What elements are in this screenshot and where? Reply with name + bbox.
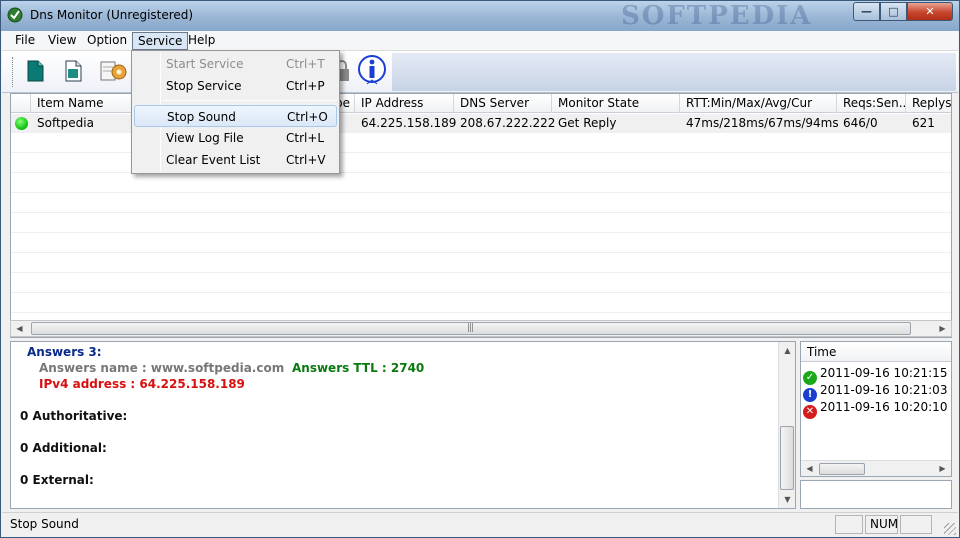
details-vertical-scrollbar[interactable]: ▲ ▼ bbox=[778, 342, 795, 508]
menu-item-clear-event-list[interactable]: Clear Event List Ctrl+V bbox=[134, 149, 337, 171]
status-bar: Stop Sound NUM bbox=[2, 512, 958, 537]
table-row-empty bbox=[11, 174, 951, 193]
cell-replys: 621 bbox=[906, 114, 951, 133]
cell-ip-address: 64.225.158.189 bbox=[355, 114, 456, 133]
scroll-left-icon[interactable]: ◀ bbox=[11, 321, 28, 336]
menu-item-shortcut: Ctrl+T bbox=[286, 57, 325, 71]
menu-item-shortcut: Ctrl+V bbox=[286, 153, 326, 167]
cell-rtt: 47ms/218ms/67ms/94ms bbox=[680, 114, 839, 133]
answers-name: Answers name : www.softpedia.com bbox=[39, 361, 285, 375]
window-title: Dns Monitor (Unregistered) bbox=[30, 8, 194, 22]
additional-count: 0 Additional: bbox=[20, 441, 107, 455]
status-panel-num: NUM bbox=[865, 515, 898, 534]
close-button[interactable]: ✕ bbox=[907, 2, 953, 21]
dns-details-pane[interactable]: Answers 3: Answers name : www.softpedia.… bbox=[10, 341, 796, 509]
menu-file[interactable]: File bbox=[10, 32, 40, 50]
column-reqs[interactable]: Reqs:Sen... bbox=[837, 94, 906, 113]
scroll-left-icon[interactable]: ◀ bbox=[801, 461, 818, 476]
event-item[interactable]: ✓ 2011-09-16 10:21:15 bbox=[803, 365, 948, 385]
scroll-right-icon[interactable]: ▶ bbox=[934, 321, 951, 336]
authoritative-count: 0 Authoritative: bbox=[20, 409, 128, 423]
table-row-empty bbox=[11, 254, 951, 273]
event-detail-pane[interactable] bbox=[800, 480, 952, 509]
menu-service[interactable]: Service bbox=[132, 32, 189, 50]
resize-grip-icon[interactable] bbox=[944, 523, 956, 535]
list-horizontal-scrollbar[interactable]: ◀ ||| ▶ bbox=[10, 320, 952, 337]
menu-view[interactable]: View bbox=[43, 32, 81, 50]
events-horizontal-scrollbar[interactable]: ◀ ▶ bbox=[801, 460, 951, 476]
info-icon[interactable] bbox=[357, 54, 387, 88]
column-ip-address[interactable]: IP Address bbox=[355, 94, 454, 113]
menu-item-label: View Log File bbox=[166, 131, 244, 145]
scroll-up-icon[interactable]: ▲ bbox=[779, 342, 796, 359]
toolbar-grip[interactable] bbox=[12, 57, 15, 87]
cell-dns-server: 208.67.222.222 bbox=[454, 114, 555, 133]
answers-ttl: Answers TTL : 2740 bbox=[292, 361, 425, 375]
table-row-empty bbox=[11, 294, 951, 313]
menu-item-view-log-file[interactable]: View Log File Ctrl+L bbox=[134, 127, 337, 149]
menu-item-stop-service[interactable]: Stop Service Ctrl+P bbox=[134, 75, 337, 97]
scroll-right-icon[interactable]: ▶ bbox=[934, 461, 951, 476]
table-row-empty bbox=[11, 194, 951, 213]
menu-item-shortcut: Ctrl+O bbox=[287, 110, 328, 124]
answers-header: Answers 3: bbox=[27, 345, 102, 359]
status-online-icon bbox=[15, 117, 28, 130]
status-panel-caps bbox=[835, 515, 863, 534]
menu-item-label: Clear Event List bbox=[166, 153, 261, 167]
ipv4-address: IPv4 address : 64.225.158.189 bbox=[39, 377, 245, 391]
error-icon: ✕ bbox=[803, 405, 817, 419]
app-icon bbox=[7, 7, 23, 23]
options-icon[interactable] bbox=[98, 57, 130, 85]
menu-item-stop-sound[interactable]: Stop Sound Ctrl+O bbox=[134, 105, 337, 127]
column-dns-server[interactable]: DNS Server bbox=[454, 94, 552, 113]
status-message: Stop Sound bbox=[10, 517, 79, 531]
event-time: 2011-09-16 10:21:03 bbox=[820, 383, 948, 397]
menu-item-shortcut: Ctrl+P bbox=[286, 79, 325, 93]
external-count: 0 External: bbox=[20, 473, 94, 487]
menu-option[interactable]: Option bbox=[82, 32, 132, 50]
menu-help[interactable]: Help bbox=[183, 32, 220, 50]
window-controls: — □ ✕ bbox=[853, 2, 953, 21]
scroll-thumb[interactable]: ||| bbox=[31, 322, 911, 335]
cell-monitor-state: Get Reply bbox=[552, 114, 680, 133]
toolbar-band bbox=[392, 53, 956, 91]
column-monitor-state[interactable]: Monitor State bbox=[552, 94, 680, 113]
cell-reqs: 646/0 bbox=[837, 114, 906, 133]
grip-icon: ||| bbox=[467, 323, 474, 333]
event-list-header[interactable]: Time bbox=[801, 342, 951, 362]
scroll-thumb[interactable] bbox=[780, 426, 794, 490]
document-icon[interactable] bbox=[60, 57, 86, 85]
menu-bar: File View Option Service Help bbox=[2, 31, 958, 51]
scroll-down-icon[interactable]: ▼ bbox=[779, 491, 796, 508]
event-time: 2011-09-16 10:21:15 bbox=[820, 366, 948, 380]
menu-item-shortcut: Ctrl+L bbox=[286, 131, 325, 145]
column-replys[interactable]: Replys bbox=[906, 94, 951, 113]
event-list[interactable]: Time ✓ 2011-09-16 10:21:15 ! 2011-09-16 10… bbox=[800, 341, 952, 477]
column-rtt[interactable]: RTT:Min/Max/Avg/Cur bbox=[680, 94, 837, 113]
column-status[interactable] bbox=[11, 94, 31, 113]
menu-separator bbox=[162, 100, 337, 101]
table-row-empty bbox=[11, 234, 951, 253]
status-panel-scroll bbox=[900, 515, 932, 534]
scroll-thumb[interactable] bbox=[819, 463, 865, 475]
event-time: 2011-09-16 10:20:10 bbox=[820, 400, 948, 414]
event-item[interactable]: ✕ 2011-09-16 10:20:10 bbox=[803, 399, 948, 419]
app-window: Dns Monitor (Unregistered) SOFTPEDIA — □… bbox=[0, 0, 960, 538]
service-menu-dropdown: Start Service Ctrl+T Stop Service Ctrl+P… bbox=[131, 50, 340, 174]
title-bar[interactable]: Dns Monitor (Unregistered) SOFTPEDIA — □… bbox=[1, 1, 959, 31]
menu-item-label: Stop Sound bbox=[167, 110, 236, 124]
table-row-empty bbox=[11, 274, 951, 293]
table-row-empty bbox=[11, 214, 951, 233]
new-item-icon[interactable] bbox=[22, 57, 48, 85]
watermark-text: SOFTPEDIA bbox=[621, 1, 813, 31]
menu-item-label: Stop Service bbox=[166, 79, 242, 93]
menu-item-start-service[interactable]: Start Service Ctrl+T bbox=[134, 53, 337, 75]
maximize-button[interactable]: □ bbox=[880, 2, 907, 21]
minimize-button[interactable]: — bbox=[853, 2, 880, 21]
event-item[interactable]: ! 2011-09-16 10:21:03 bbox=[803, 382, 948, 402]
menu-item-label: Start Service bbox=[166, 57, 244, 71]
